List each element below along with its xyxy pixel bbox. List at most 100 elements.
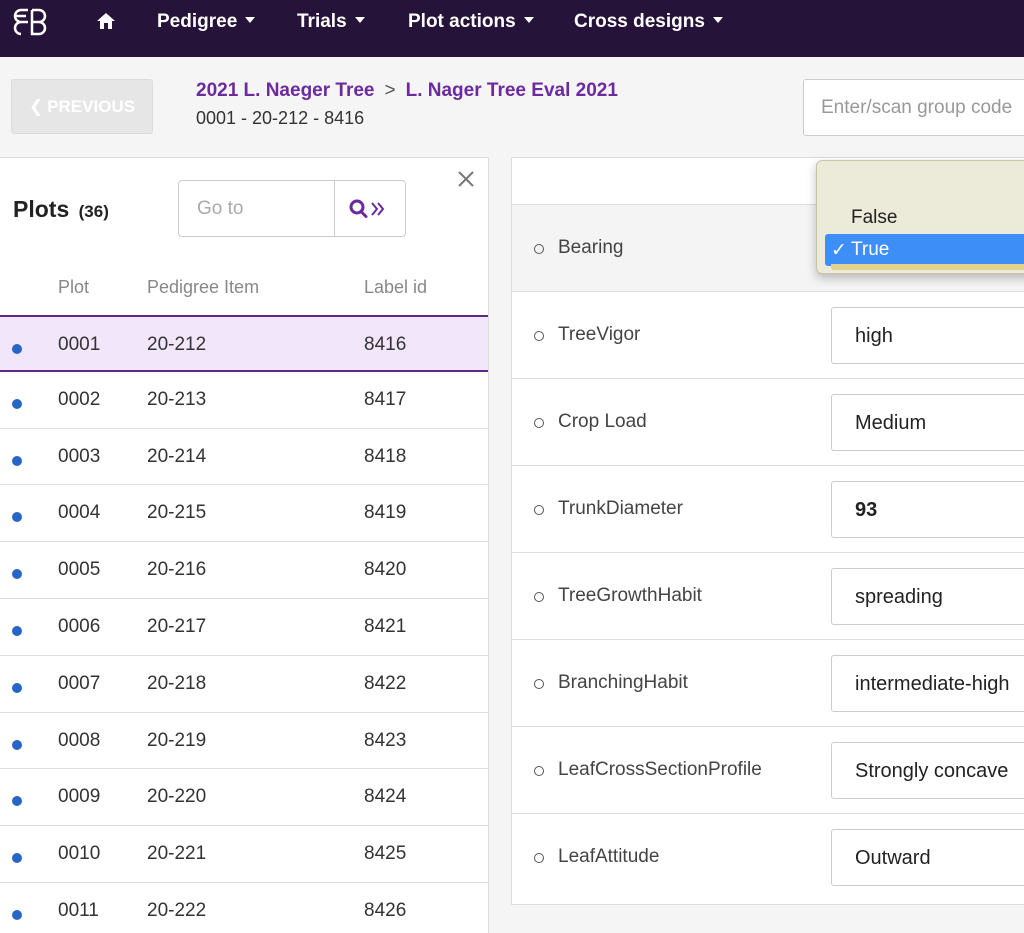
cell-pedigree-item: 20-216	[147, 559, 207, 581]
trait-row: BranchingHabit intermediate-high	[512, 639, 1024, 726]
status-dot-icon	[12, 909, 22, 920]
table-row[interactable]: 0008 20-219 8423	[0, 713, 488, 770]
table-row[interactable]: 0006 20-217 8421	[0, 599, 488, 656]
status-dot-icon	[12, 853, 22, 864]
column-header-plot[interactable]: Plot	[58, 277, 89, 298]
table-row[interactable]: 0011 20-222 8426	[0, 883, 488, 933]
cell-plot: 0010	[58, 843, 101, 865]
goto-search-button[interactable]	[334, 180, 406, 237]
cell-pedigree-item: 20-217	[147, 615, 207, 637]
trait-status-circle-icon	[534, 679, 544, 689]
table-row[interactable]: 0009 20-220 8424	[0, 769, 488, 827]
column-header-pedigree-item[interactable]: Pedigree Item	[147, 277, 259, 298]
current-plot-id: 0001 - 20-212 - 8416	[196, 108, 365, 128]
cell-label-id: 8423	[364, 729, 407, 751]
cell-label-id: 8422	[364, 672, 407, 694]
nav-cross-designs[interactable]: Cross designs	[574, 11, 723, 33]
trait-status-circle-icon	[534, 592, 544, 602]
cell-pedigree-item: 20-215	[147, 502, 207, 524]
trait-name: TreeVigor	[558, 324, 641, 345]
table-row[interactable]: 0005 20-216 8420	[0, 542, 488, 599]
trait-value-field[interactable]: intermediate-high	[831, 655, 1024, 712]
group-code-input[interactable]	[803, 79, 1024, 136]
home-icon[interactable]	[96, 11, 116, 31]
table-row[interactable]: 0003 20-214 8418	[0, 429, 488, 486]
trait-name: LeafAttitude	[558, 846, 660, 867]
dropdown-option-true[interactable]: ✓ True	[825, 234, 1024, 266]
status-dot-icon	[12, 569, 22, 580]
status-dot-icon	[12, 796, 22, 807]
plots-title-label: Plots	[13, 196, 70, 222]
breadcrumb-trial-group[interactable]: 2021 L. Naeger Tree	[196, 80, 375, 101]
app-logo-icon[interactable]	[12, 8, 48, 36]
trait-name: TreeGrowthHabit	[558, 585, 702, 606]
trait-row: LeafCrossSectionProfile Strongly concave	[512, 726, 1024, 813]
table-row[interactable]: 0002 20-213 8417	[0, 372, 488, 429]
trait-value-field[interactable]: Medium	[831, 394, 1024, 451]
top-navbar: Pedigree Trials Plot actions Cross desig…	[0, 0, 1024, 57]
nav-trials[interactable]: Trials	[297, 11, 365, 33]
cell-pedigree-item: 20-219	[147, 729, 207, 751]
trait-row: TreeGrowthHabit spreading	[512, 552, 1024, 639]
trait-status-circle-icon	[534, 244, 544, 254]
trait-value-field[interactable]: spreading	[831, 568, 1024, 625]
previous-button[interactable]: ❮ PREVIOUS	[11, 79, 153, 134]
trait-name: Crop Load	[558, 411, 647, 432]
close-icon[interactable]	[455, 168, 477, 190]
trait-status-circle-icon	[534, 505, 544, 515]
cell-pedigree-item: 20-213	[147, 388, 207, 410]
cell-pedigree-item: 20-220	[147, 786, 207, 808]
goto-input[interactable]	[178, 180, 335, 237]
plots-table-body: 0001 20-212 8416 0002 20-213 8417 0003 20-214 84…	[0, 315, 488, 933]
cell-label-id: 8420	[364, 559, 407, 581]
status-dot-icon	[12, 682, 22, 693]
cell-plot: 0007	[58, 672, 101, 694]
cell-pedigree-item: 20-222	[147, 899, 207, 921]
status-dot-icon	[12, 512, 22, 523]
cell-pedigree-item: 20-221	[147, 843, 207, 865]
caret-down-icon	[354, 16, 365, 23]
trait-value-field[interactable]: high	[831, 307, 1024, 364]
nav-pedigree-label: Pedigree	[157, 11, 238, 32]
cell-label-id: 8418	[364, 445, 407, 467]
trait-row: LeafAttitude Outward	[512, 813, 1024, 900]
cell-label-id: 8417	[364, 388, 407, 410]
cell-plot: 0004	[58, 502, 101, 524]
nav-trials-label: Trials	[297, 11, 347, 32]
trait-row: TrunkDiameter 93	[512, 465, 1024, 552]
nav-plot-actions[interactable]: Plot actions	[408, 11, 534, 33]
breadcrumb-separator: >	[384, 80, 396, 101]
trait-value-field[interactable]: 93	[831, 481, 1024, 538]
column-header-label-id[interactable]: Label id	[364, 277, 427, 298]
checkmark-icon: ✓	[831, 240, 847, 261]
cell-plot: 0011	[58, 899, 99, 921]
trait-value-field[interactable]: Strongly concave	[831, 742, 1024, 799]
caret-down-icon	[712, 16, 723, 23]
nav-plot-actions-label: Plot actions	[408, 11, 516, 32]
trait-status-circle-icon	[534, 853, 544, 863]
table-row[interactable]: 0010 20-221 8425	[0, 826, 488, 883]
trait-value-field[interactable]: Outward	[831, 829, 1024, 886]
option-false-label: False	[851, 207, 898, 228]
status-dot-icon	[12, 398, 22, 409]
breadcrumb: 2021 L. Naeger Tree > L. Nager Tree Eval 2…	[196, 80, 618, 102]
trait-row: Crop Load Medium	[512, 378, 1024, 465]
cell-pedigree-item: 20-214	[147, 445, 207, 467]
cell-plot: 0003	[58, 445, 101, 467]
trait-status-circle-icon	[534, 766, 544, 776]
trait-row: TreeVigor high	[512, 291, 1024, 378]
cell-plot: 0006	[58, 615, 101, 637]
breadcrumb-trial[interactable]: L. Nager Tree Eval 2021	[406, 80, 618, 101]
table-row[interactable]: 0004 20-215 8419	[0, 485, 488, 543]
status-dot-icon	[12, 739, 22, 750]
previous-label: PREVIOUS	[47, 96, 136, 116]
cell-plot: 0001	[58, 334, 101, 355]
table-row[interactable]: 0007 20-218 8422	[0, 656, 488, 713]
cell-label-id: 8419	[364, 502, 407, 524]
cell-pedigree-item: 20-218	[147, 672, 207, 694]
dropdown-option-false[interactable]: False	[825, 202, 1024, 234]
nav-pedigree[interactable]: Pedigree	[157, 11, 256, 33]
cell-pedigree-item: 20-212	[147, 334, 207, 355]
status-dot-icon	[12, 344, 22, 354]
table-row[interactable]: 0001 20-212 8416	[0, 315, 488, 372]
